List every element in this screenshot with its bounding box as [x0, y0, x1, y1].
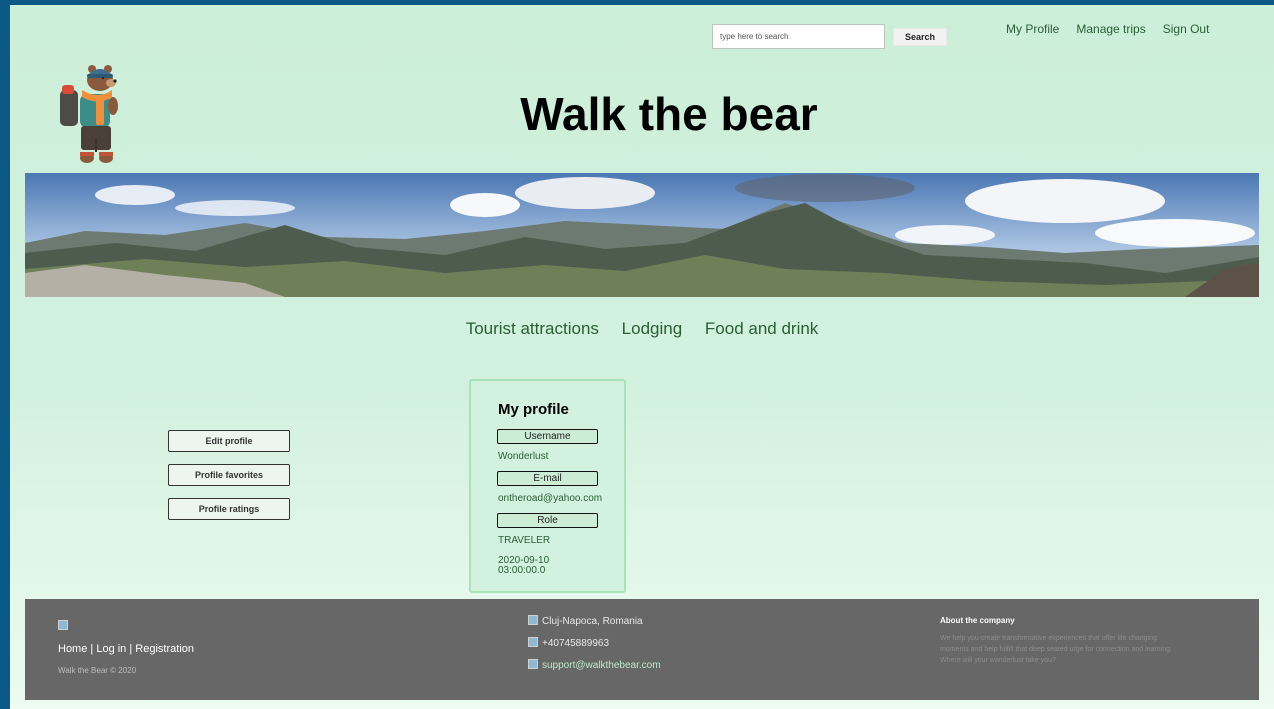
footer-copyright: Walk the Bear © 2020	[58, 666, 137, 675]
main-nav: Tourist attractions Lodging Food and dri…	[10, 319, 1274, 339]
site-title: Walk the bear	[520, 88, 818, 140]
email-icon	[528, 659, 538, 669]
nav-tourist-attractions[interactable]: Tourist attractions	[466, 319, 599, 338]
sign-out-link[interactable]: Sign Out	[1163, 22, 1210, 36]
date-value-line2: 03:00:00.0	[498, 565, 546, 576]
footer-login-link[interactable]: Log in	[96, 643, 126, 655]
footer-email-text[interactable]: support@walkthebear.com	[542, 660, 661, 671]
email-value: ontheroad@yahoo.com	[498, 493, 603, 504]
footer-links: Home | Log in | Registration	[58, 643, 194, 655]
footer-location: Cluj-Napoca, Romania	[528, 615, 643, 627]
role-value: TRAVELER	[498, 535, 551, 546]
search-input[interactable]	[712, 24, 885, 49]
broken-image-icon	[58, 620, 68, 630]
nav-food-and-drink[interactable]: Food and drink	[705, 319, 818, 338]
search-button[interactable]: Search	[893, 28, 947, 46]
footer-logo	[58, 616, 72, 634]
footer-home-link[interactable]: Home	[58, 643, 87, 655]
footer-registration-link[interactable]: Registration	[135, 643, 194, 655]
profile-ratings-button[interactable]: Profile ratings	[168, 498, 290, 520]
page-frame: Search My Profile Manage trips Sign Out	[10, 5, 1274, 709]
profile-favorites-button[interactable]: Profile favorites	[168, 464, 290, 486]
footer: Home | Log in | Registration Walk the Be…	[25, 599, 1259, 700]
footer-phone-text: +40745889963	[542, 638, 610, 649]
footer-location-text: Cluj-Napoca, Romania	[542, 616, 643, 627]
role-label: Role	[497, 513, 598, 528]
manage-trips-link[interactable]: Manage trips	[1076, 22, 1145, 36]
phone-icon	[528, 637, 538, 647]
profile-card: My profile Username Wonderlust E-mail on…	[469, 379, 626, 593]
footer-separator: |	[129, 643, 133, 655]
username-label: Username	[497, 429, 598, 444]
my-profile-link[interactable]: My Profile	[1006, 22, 1059, 36]
mountain-banner	[25, 173, 1259, 297]
nav-lodging[interactable]: Lodging	[622, 319, 683, 338]
footer-email[interactable]: support@walkthebear.com	[528, 659, 661, 671]
about-title: About the company	[940, 616, 1015, 625]
edit-profile-button[interactable]: Edit profile	[168, 430, 290, 452]
top-nav: My Profile Manage trips Sign Out	[1006, 22, 1209, 36]
footer-separator: |	[90, 643, 94, 655]
username-value: Wonderlust	[498, 451, 549, 462]
footer-phone: +40745889963	[528, 637, 609, 649]
location-icon	[528, 615, 538, 625]
about-text: We help you create transformative experi…	[940, 635, 1172, 664]
email-label: E-mail	[497, 471, 598, 486]
profile-card-title: My profile	[498, 401, 569, 418]
